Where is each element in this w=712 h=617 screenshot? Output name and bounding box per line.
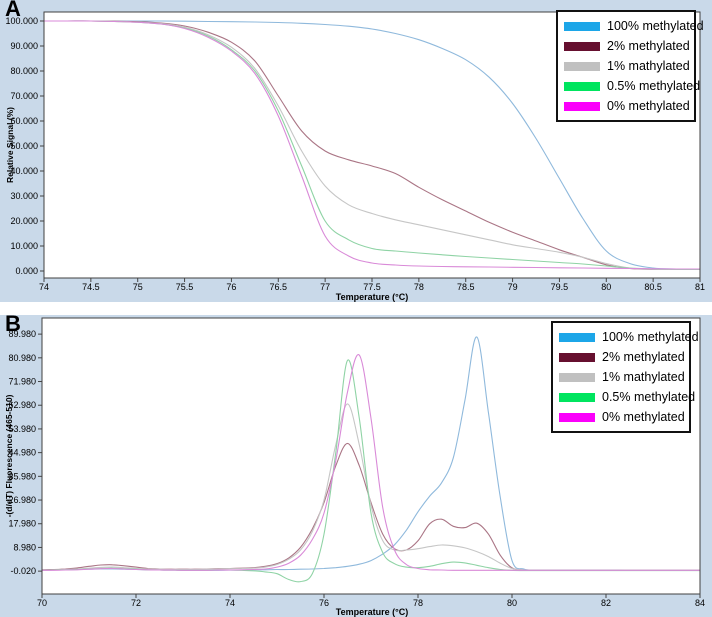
legend-item-label: 100% methylated <box>602 330 699 344</box>
y-tick-label: 17.980 <box>8 519 36 529</box>
y-tick-label: 70.000 <box>10 91 38 101</box>
legend-color-swatch <box>564 22 600 31</box>
legend-item: 0% methylated <box>564 97 688 115</box>
y-tick-label: 20.000 <box>10 216 38 226</box>
x-axis-title-b: Temperature (°C) <box>44 607 700 617</box>
legend-color-swatch <box>564 62 600 71</box>
legend-color-swatch <box>559 333 595 342</box>
legend-color-swatch <box>559 373 595 382</box>
y-tick-label: 10.000 <box>10 241 38 251</box>
x-tick-label: 75.5 <box>176 282 194 292</box>
x-tick-label: 76 <box>226 282 236 292</box>
legend-item: 100% methylated <box>559 328 683 346</box>
legend-item-label: 0.5% methylated <box>607 79 700 93</box>
melt-curve-panel: 74 74.5 75 75.5 76 76.5 77 77.5 78 78.5 79 79.5 80 80… <box>0 0 712 302</box>
legend-item: 2% methylated <box>559 348 683 366</box>
legend-item-label: 100% methylated <box>607 19 704 33</box>
x-tick-label: 74.5 <box>82 282 100 292</box>
legend-item-label: 0% methylated <box>602 410 685 424</box>
x-tick-label: 76.5 <box>270 282 288 292</box>
legend-color-swatch <box>559 413 595 422</box>
legend-panel-a: 100% methylated 2% methylated 1% mathylate… <box>556 10 696 122</box>
x-tick-label: 81 <box>695 282 705 292</box>
legend-color-swatch <box>564 42 600 51</box>
legend-item: 2% methylated <box>564 37 688 55</box>
legend-item: 1% mathylated <box>559 368 683 386</box>
legend-color-swatch <box>559 353 595 362</box>
x-tick-label: 75 <box>133 282 143 292</box>
y-axis-title-a: Relative Signal (%) <box>5 107 15 183</box>
legend-item: 0.5% methylated <box>559 388 683 406</box>
x-tick-label: 80 <box>601 282 611 292</box>
y-axis-title-b: -(d/dT) Fluorescence (465-510) <box>4 395 14 518</box>
legend-item-label: 2% methylated <box>607 39 690 53</box>
legend-item: 1% mathylated <box>564 57 688 75</box>
y-tick-label: 30.000 <box>10 191 38 201</box>
y-tick-label: 8.980 <box>13 542 36 552</box>
panel-b-label: B <box>5 315 21 337</box>
y-tick-label: 0.000 <box>15 266 38 276</box>
x-tick-label: 79.5 <box>551 282 569 292</box>
legend-panel-b: 100% methylated 2% methylated 1% mathylate… <box>551 321 691 433</box>
legend-item: 0% methylated <box>559 408 683 426</box>
x-tick-label: 77.5 <box>363 282 381 292</box>
legend-item-label: 1% mathylated <box>607 59 690 73</box>
legend-item-label: 2% methylated <box>602 350 685 364</box>
legend-item: 100% methylated <box>564 17 688 35</box>
x-tick-label: 80.5 <box>644 282 662 292</box>
y-tick-label: 80.000 <box>10 66 38 76</box>
legend-color-swatch <box>564 82 600 91</box>
legend-color-swatch <box>564 102 600 111</box>
x-tick-label: 78.5 <box>457 282 475 292</box>
legend-color-swatch <box>559 393 595 402</box>
y-tick-label: 71.980 <box>8 377 36 387</box>
x-tick-label: 77 <box>320 282 330 292</box>
legend-item-label: 0.5% methylated <box>602 390 695 404</box>
y-tick-label: -0.020 <box>10 566 36 576</box>
legend-item-label: 1% mathylated <box>602 370 685 384</box>
panel-a-label: A <box>5 0 21 22</box>
y-tick-label: 90.000 <box>10 41 38 51</box>
x-axis-title-a: Temperature (°C) <box>44 292 700 302</box>
melt-peak-panel: 7072747678808284-0.0208.98017.98026.9803… <box>0 315 712 617</box>
x-tick-label: 78 <box>414 282 424 292</box>
y-tick-label: 80.980 <box>8 353 36 363</box>
legend-item-label: 0% methylated <box>607 99 690 113</box>
legend-item: 0.5% methylated <box>564 77 688 95</box>
x-tick-label: 74 <box>39 282 49 292</box>
x-tick-label: 79 <box>508 282 518 292</box>
